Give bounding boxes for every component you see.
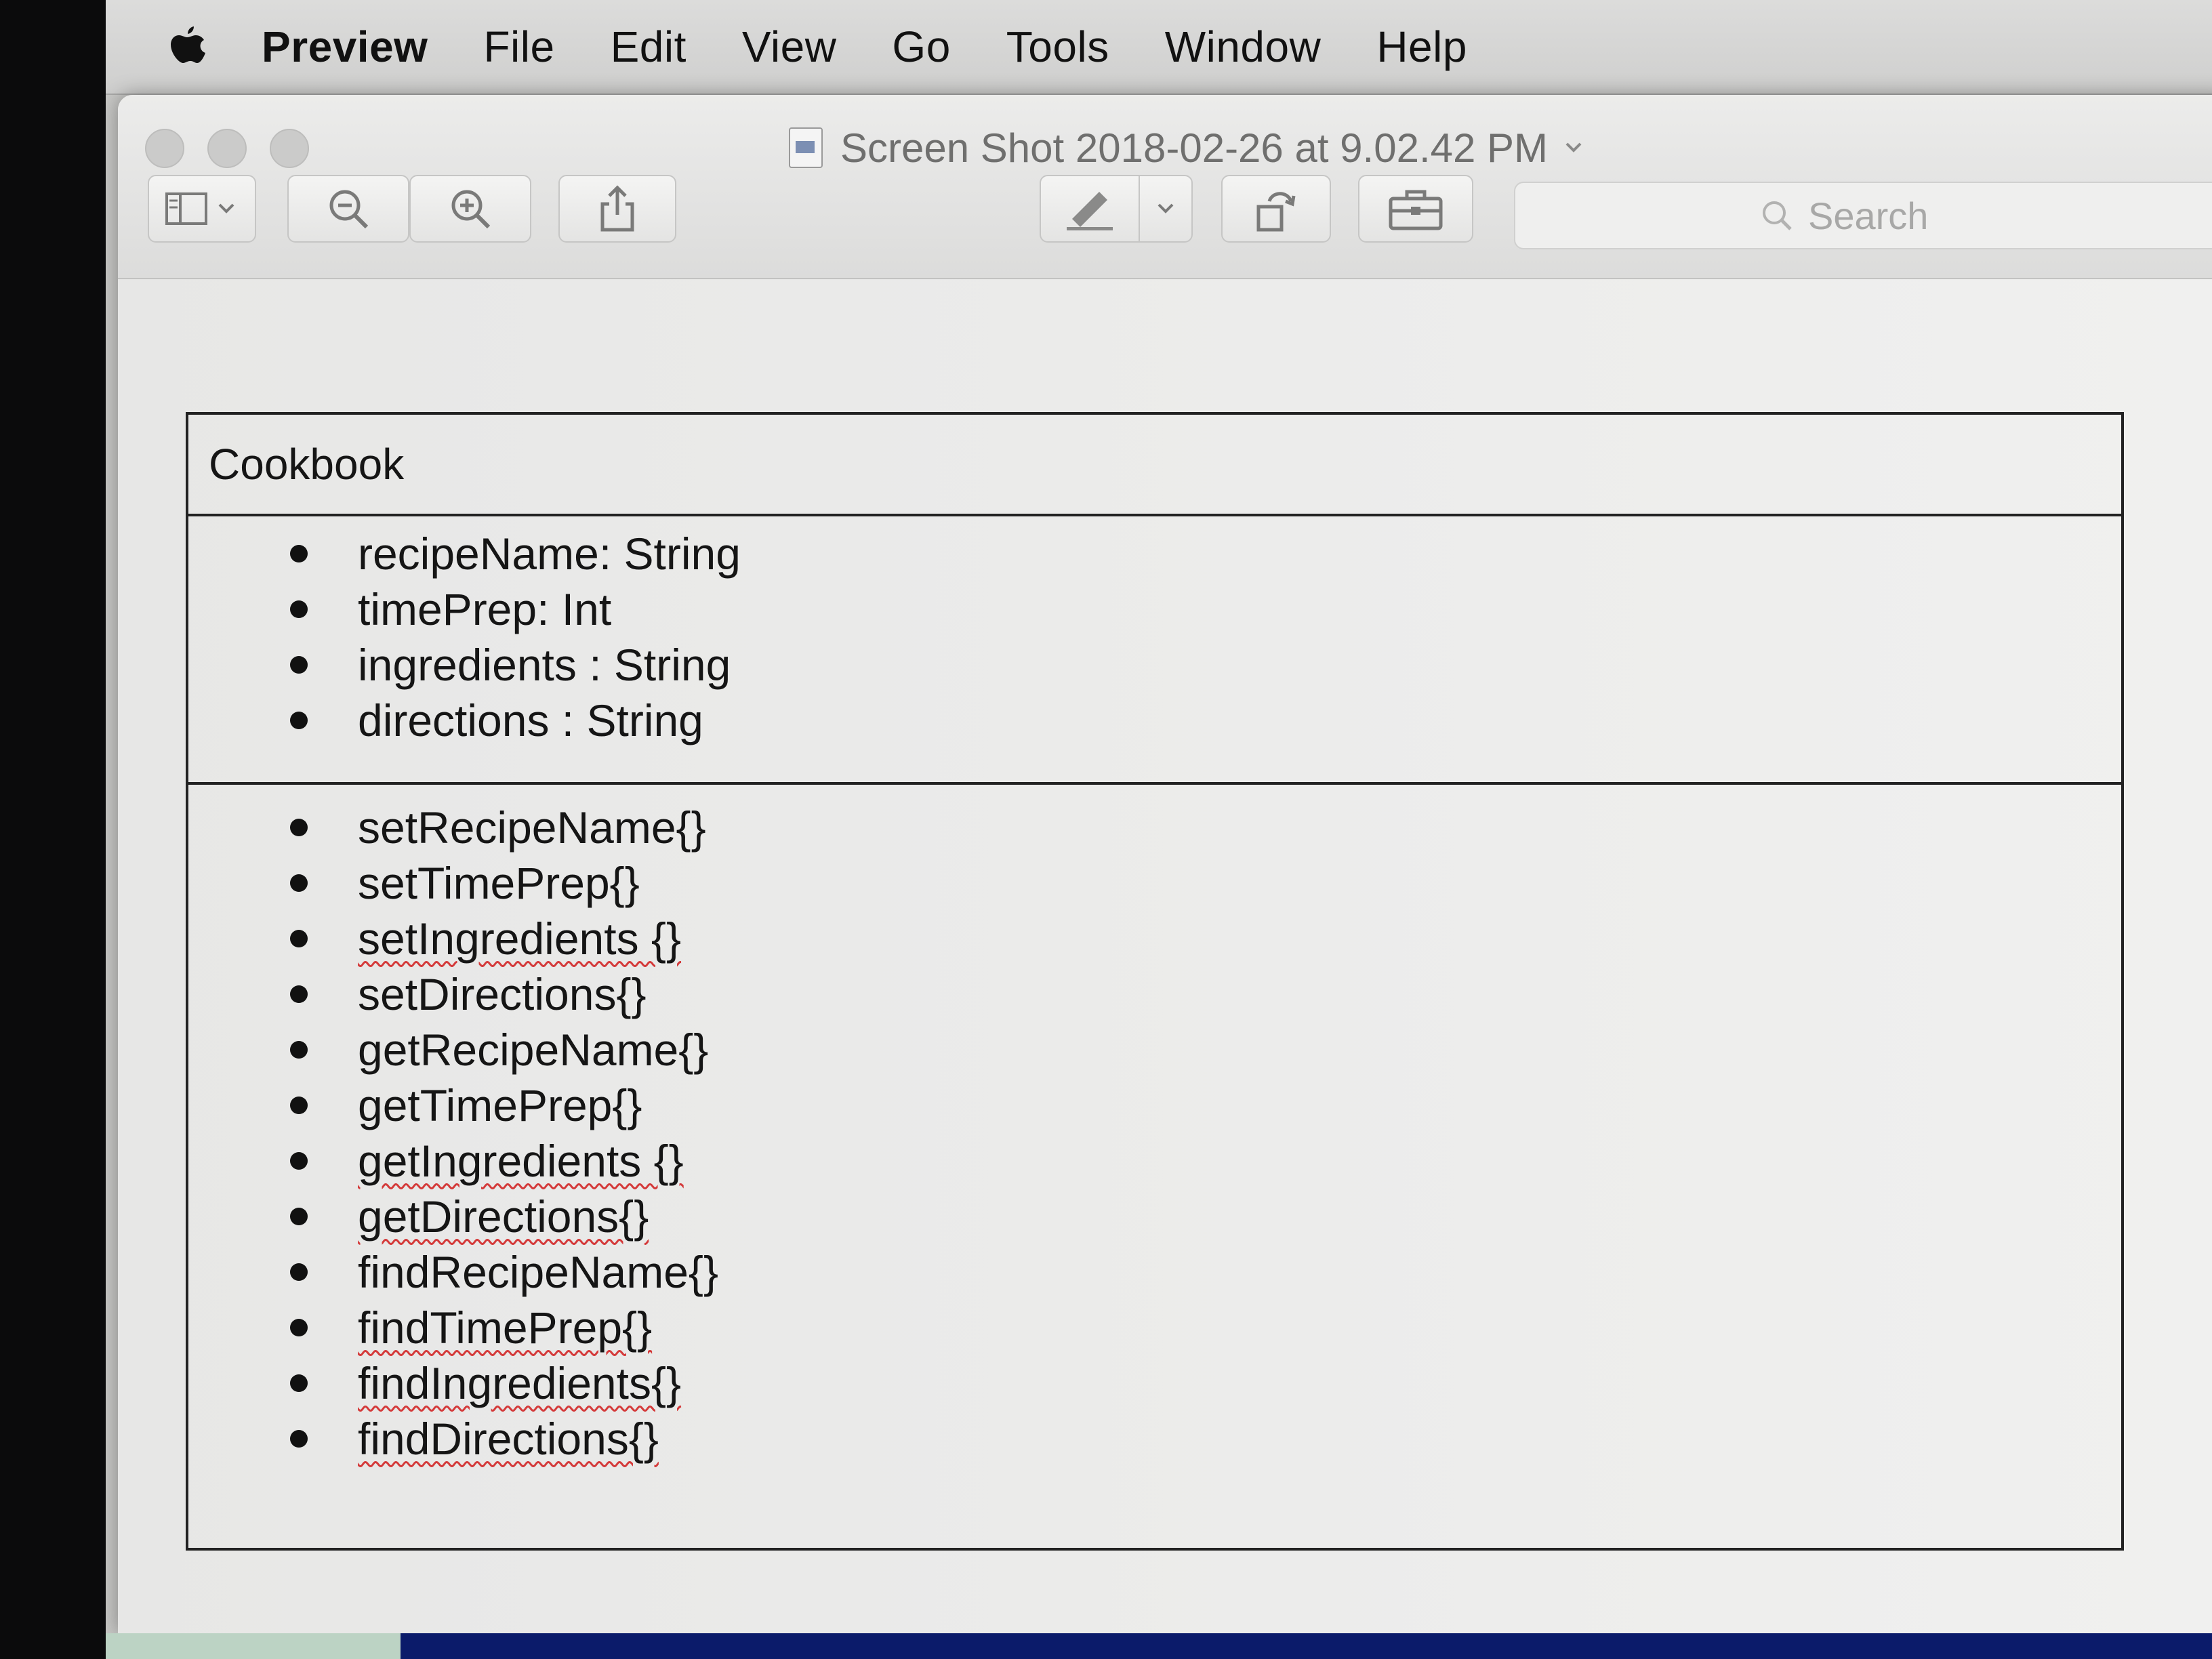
attributes-list: recipeName: String timePrep: Int ingredi… bbox=[188, 526, 2121, 748]
list-item: setDirections{} bbox=[290, 966, 2121, 1022]
method-text: findTimePrep{} bbox=[358, 1303, 653, 1353]
bullet-icon bbox=[290, 712, 308, 729]
screen: Preview File Edit View Go Tools Window H… bbox=[106, 0, 2212, 1633]
bullet-icon bbox=[290, 1263, 308, 1281]
close-window-button[interactable] bbox=[145, 129, 184, 168]
menu-preview[interactable]: Preview bbox=[262, 22, 428, 72]
desktop-background bbox=[106, 1633, 2212, 1659]
class-name: Cookbook bbox=[209, 440, 405, 489]
method-text: setTimePrep{} bbox=[358, 858, 640, 908]
share-button[interactable] bbox=[558, 175, 676, 243]
list-item: getIngredients {} bbox=[290, 1133, 2121, 1189]
list-item: setIngredients {} bbox=[290, 911, 2121, 966]
sidebar-toggle-button[interactable] bbox=[148, 175, 256, 243]
sidebar-icon bbox=[165, 192, 234, 225]
menu-tools[interactable]: Tools bbox=[1006, 22, 1109, 72]
bullet-icon bbox=[290, 985, 308, 1003]
bullet-icon bbox=[290, 1097, 308, 1114]
document-proxy-icon[interactable] bbox=[789, 127, 823, 168]
toolbox-button[interactable] bbox=[1358, 175, 1473, 243]
chevron-down-icon[interactable] bbox=[1561, 136, 1586, 160]
list-item: findIngredients{} bbox=[290, 1355, 2121, 1411]
attribute-text: recipeName: String bbox=[358, 529, 741, 579]
rotate-icon bbox=[1256, 192, 1296, 232]
zoom-window-button[interactable] bbox=[270, 129, 309, 168]
list-item: recipeName: String bbox=[290, 526, 2121, 581]
preview-window: Screen Shot 2018-02-26 at 9.02.42 PM Sea… bbox=[118, 95, 2212, 1633]
rotate-button[interactable] bbox=[1221, 175, 1331, 243]
zoom-out-button[interactable] bbox=[287, 175, 409, 243]
minimize-window-button[interactable] bbox=[207, 129, 247, 168]
bullet-icon bbox=[290, 819, 308, 836]
menu-help[interactable]: Help bbox=[1376, 22, 1467, 72]
list-item: findTimePrep{} bbox=[290, 1300, 2121, 1355]
methods-section: setRecipeName{} setTimePrep{} setIngredi… bbox=[188, 785, 2121, 1467]
menu-view[interactable]: View bbox=[742, 22, 837, 72]
bullet-icon bbox=[290, 1208, 308, 1225]
method-text: setRecipeName{} bbox=[358, 802, 706, 853]
menu-go[interactable]: Go bbox=[892, 22, 950, 72]
bullet-icon bbox=[290, 874, 308, 892]
markup-button[interactable] bbox=[1040, 175, 1140, 243]
toolbox-icon bbox=[1389, 190, 1443, 230]
share-icon bbox=[600, 185, 634, 232]
menu-bar: Preview File Edit View Go Tools Window H… bbox=[106, 0, 2212, 95]
attribute-text: timePrep: Int bbox=[358, 584, 612, 634]
search-icon bbox=[1763, 201, 1792, 230]
document-title-text: Screen Shot 2018-02-26 at 9.02.42 PM bbox=[840, 125, 1549, 171]
bullet-icon bbox=[290, 1152, 308, 1170]
method-text: setDirections{} bbox=[358, 969, 647, 1019]
bullet-icon bbox=[290, 930, 308, 947]
method-text: setIngredients {} bbox=[358, 914, 682, 964]
zoom-out-icon bbox=[329, 190, 369, 229]
attribute-text: ingredients : String bbox=[358, 640, 731, 690]
bullet-icon bbox=[290, 545, 308, 562]
apple-logo-icon[interactable] bbox=[167, 22, 207, 71]
list-item: getTimePrep{} bbox=[290, 1078, 2121, 1133]
attributes-section: recipeName: String timePrep: Int ingredi… bbox=[188, 516, 2121, 785]
uml-class-box: Cookbook recipeName: String timePrep: In… bbox=[186, 412, 2124, 1551]
method-text: getRecipeName{} bbox=[358, 1025, 709, 1075]
list-item: directions : String bbox=[290, 693, 2121, 748]
list-item: findRecipeName{} bbox=[290, 1244, 2121, 1300]
method-text: getIngredients {} bbox=[358, 1136, 684, 1186]
zoom-in-button[interactable] bbox=[409, 175, 531, 243]
bullet-icon bbox=[290, 1319, 308, 1336]
list-item: timePrep: Int bbox=[290, 581, 2121, 637]
search-placeholder: Search bbox=[1808, 194, 1929, 237]
method-text: getDirections{} bbox=[358, 1191, 649, 1242]
document-title[interactable]: Screen Shot 2018-02-26 at 9.02.42 PM bbox=[789, 121, 1586, 175]
search-field[interactable]: Search bbox=[1514, 182, 2212, 249]
bullet-icon bbox=[290, 656, 308, 674]
list-item: setTimePrep{} bbox=[290, 855, 2121, 911]
method-text: findIngredients{} bbox=[358, 1358, 682, 1408]
bullet-icon bbox=[290, 1041, 308, 1059]
bullet-icon bbox=[290, 600, 308, 618]
window-titlebar: Screen Shot 2018-02-26 at 9.02.42 PM Sea… bbox=[118, 95, 2212, 279]
list-item: getDirections{} bbox=[290, 1189, 2121, 1244]
menu-window[interactable]: Window bbox=[1165, 22, 1322, 72]
method-text: findRecipeName{} bbox=[358, 1247, 718, 1297]
list-item: setRecipeName{} bbox=[290, 800, 2121, 855]
attribute-text: directions : String bbox=[358, 695, 703, 745]
methods-list: setRecipeName{} setTimePrep{} setIngredi… bbox=[188, 800, 2121, 1467]
markup-pen-icon bbox=[1067, 192, 1113, 230]
list-item: findDirections{} bbox=[290, 1411, 2121, 1467]
menu-edit[interactable]: Edit bbox=[611, 22, 687, 72]
class-name-row: Cookbook bbox=[188, 415, 2121, 516]
menu-file[interactable]: File bbox=[483, 22, 554, 72]
list-item: getRecipeName{} bbox=[290, 1022, 2121, 1078]
list-item: ingredients : String bbox=[290, 637, 2121, 693]
bullet-icon bbox=[290, 1430, 308, 1448]
document-canvas[interactable]: Cookbook recipeName: String timePrep: In… bbox=[118, 279, 2212, 1633]
markup-menu-button[interactable] bbox=[1139, 175, 1193, 243]
chevron-down-icon bbox=[1158, 203, 1174, 213]
method-text: getTimePrep{} bbox=[358, 1080, 642, 1130]
method-text: findDirections{} bbox=[358, 1414, 659, 1464]
bullet-icon bbox=[290, 1374, 308, 1392]
zoom-in-icon bbox=[451, 190, 491, 229]
